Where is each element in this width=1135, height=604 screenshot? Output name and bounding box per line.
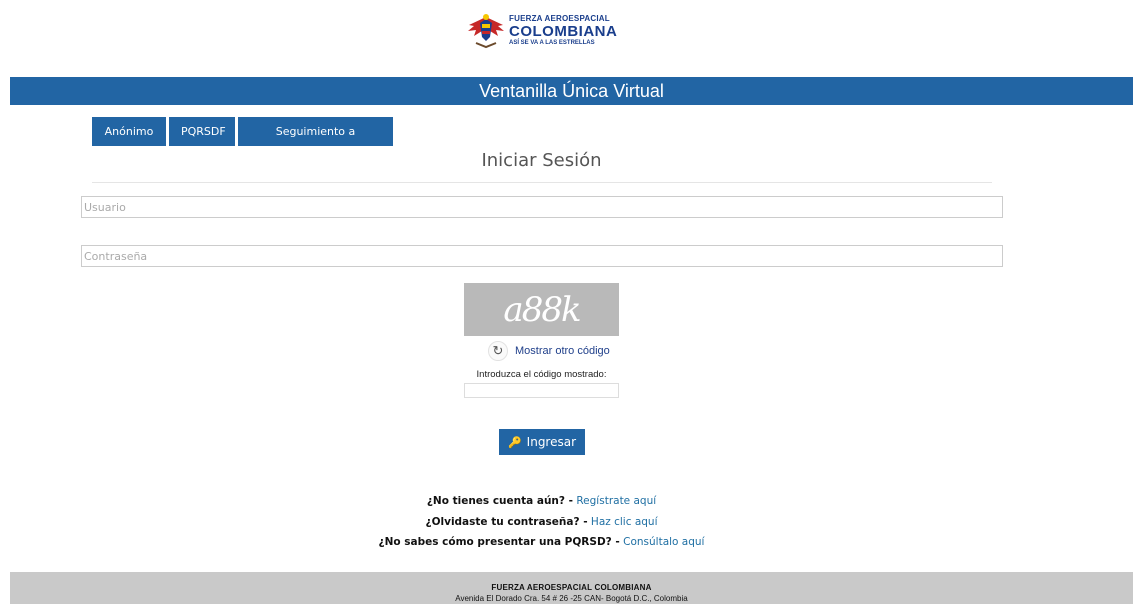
forgot-password-link[interactable]: Haz clic aquí [591,516,658,528]
footer-org-name: FUERZA AEROESPACIAL COLOMBIANA [491,583,652,592]
help-row-pqrsd: ¿No sabes cómo presentar una PQRSD? - Co… [0,532,1083,553]
help-row-forgot: ¿Olvidaste tu contraseña? - Haz clic aqu… [0,512,1083,533]
refresh-icon[interactable]: ↻ [488,341,508,361]
tab-pqrsdf[interactable]: PQRSDF [169,117,235,146]
captcha-input[interactable] [464,383,619,398]
page-title: Iniciar Sesión [481,150,602,171]
login-button[interactable]: 🔑 Ingresar [499,429,585,455]
title-divider [92,182,992,183]
key-icon: 🔑 [507,435,522,449]
nav-tabs: Anónimo PQRSDF Seguimiento a solicitudes [92,117,393,167]
pqrsd-help-link[interactable]: Consúltalo aquí [623,536,704,548]
logo-line-2: COLOMBIANA [509,22,618,40]
password-input[interactable] [81,245,1003,267]
logo-line-1: FUERZA AEROESPACIAL [509,13,610,23]
page-banner: Ventanilla Única Virtual [10,77,1133,105]
eagle-emblem-icon [468,14,504,49]
username-input[interactable] [81,196,1003,218]
help-question: ¿Olvidaste tu contraseña? - [425,515,588,528]
captcha-image: a88k [464,283,619,336]
tab-anonimo[interactable]: Anónimo [92,117,166,146]
register-link[interactable]: Regístrate aquí [576,495,656,507]
help-links: ¿No tienes cuenta aún? - Regístrate aquí… [0,491,1083,553]
help-question: ¿No tienes cuenta aún? - [426,495,574,507]
footer-address: Avenida El Dorado Cra. 54 # 26 -25 CAN- … [455,594,688,603]
login-button-label: Ingresar [526,435,577,449]
captcha-label: Introduzca el código mostrado: [476,369,607,380]
logo-line-3: ASÍ SE VA A LAS ESTRELLAS [509,39,595,46]
help-row-register: ¿No tienes cuenta aún? - Regístrate aquí [0,491,1083,512]
tab-seguimiento[interactable]: Seguimiento a solicitudes [238,117,393,167]
help-question: ¿No sabes cómo presentar una PQRSD? - [378,536,620,548]
refresh-captcha-link[interactable]: Mostrar otro código [515,345,610,357]
site-logo[interactable]: FUERZA AEROESPACIAL COLOMBIANA ASÍ SE VA… [466,11,626,49]
captcha-text: a88k [503,289,581,330]
refresh-captcha[interactable]: ↻ Mostrar otro código [488,341,610,361]
page-footer: FUERZA AEROESPACIAL COLOMBIANA Avenida E… [10,572,1133,604]
